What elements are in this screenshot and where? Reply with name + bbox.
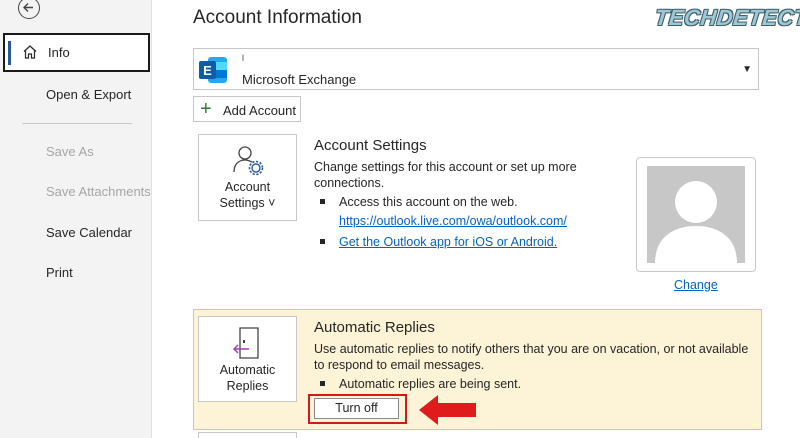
plus-icon: + xyxy=(200,98,212,120)
watermark-logo: TECHDETECTIVE xyxy=(653,5,800,30)
nav-item-open-export[interactable]: Open & Export xyxy=(46,87,131,102)
selection-indicator xyxy=(8,41,11,65)
owa-link[interactable]: https://outlook.live.com/owa/outlook.com… xyxy=(339,214,567,228)
user-gear-icon xyxy=(232,144,266,182)
automatic-replies-title: Automatic Replies xyxy=(314,319,435,336)
svg-text:E: E xyxy=(203,63,212,78)
nav-item-info[interactable]: Info xyxy=(3,33,150,72)
add-account-button[interactable]: + Add Account xyxy=(193,96,301,122)
door-arrow-icon xyxy=(231,326,265,364)
account-type: Microsoft Exchange xyxy=(242,72,357,87)
automatic-replies-description: Use automatic replies to notify others t… xyxy=(314,342,749,372)
bullet-dot xyxy=(320,239,325,244)
nav-item-save-as: Save As xyxy=(46,144,94,159)
account-dropdown[interactable]: E l Microsoft Exchange ▼ xyxy=(193,48,759,90)
auto-reply-status: Automatic replies are being sent. xyxy=(339,377,522,391)
change-photo-link[interactable]: Change xyxy=(674,278,718,292)
automatic-replies-tile-label: Automatic xyxy=(219,363,276,377)
account-email: l xyxy=(242,53,244,63)
bullet-dot xyxy=(320,381,325,386)
automatic-replies-tile-label-2: Replies xyxy=(226,379,269,393)
account-settings-button[interactable]: Account Settings ˅ xyxy=(198,134,297,221)
exchange-icon: E xyxy=(198,56,228,89)
account-settings-tile-label: Account xyxy=(224,180,271,194)
nav-separator xyxy=(22,123,132,124)
outlook-app-link[interactable]: Get the Outlook app for iOS or Android. xyxy=(339,235,557,249)
page-title: Account Information xyxy=(193,7,362,28)
profile-picture xyxy=(636,157,756,272)
nav-item-info-label: Info xyxy=(48,45,70,60)
web-access-text: Access this account on the web. xyxy=(339,195,518,209)
account-settings-tile-label-2: Settings ˅ xyxy=(219,196,276,210)
avatar xyxy=(647,166,745,263)
back-arrow-icon[interactable] xyxy=(18,0,40,19)
nav-item-save-attachments: Save Attachments xyxy=(46,184,151,199)
account-settings-description: Change settings for this account or set … xyxy=(314,160,577,190)
next-tile xyxy=(198,432,297,438)
bullet-dot xyxy=(320,199,325,204)
home-icon xyxy=(22,44,38,65)
turn-off-button[interactable]: Turn off xyxy=(314,398,399,419)
automatic-replies-button[interactable]: Automatic Replies xyxy=(198,316,297,402)
add-account-label: Add Account xyxy=(223,103,296,118)
chevron-down-icon: ▼ xyxy=(742,64,752,75)
nav-item-print[interactable]: Print xyxy=(46,265,73,280)
backstage-nav: Info Open & Export Save As Save Attachme… xyxy=(0,0,152,438)
red-arrow-icon xyxy=(418,393,478,432)
account-settings-title: Account Settings xyxy=(314,137,427,154)
nav-item-save-calendar[interactable]: Save Calendar xyxy=(46,225,132,240)
